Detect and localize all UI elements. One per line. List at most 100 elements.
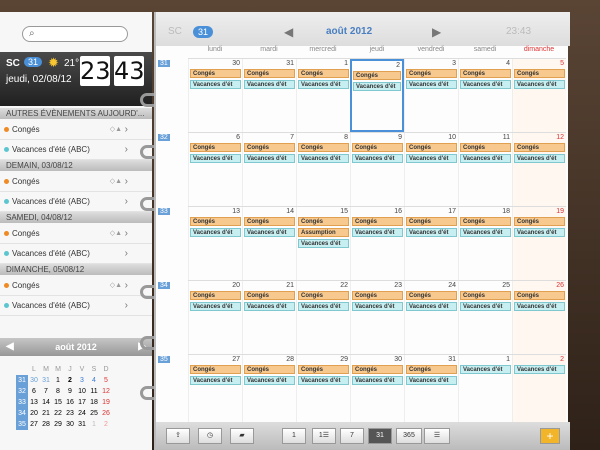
day-cell[interactable]: 29 Congés Vacances d'ét (296, 355, 350, 428)
day-cell[interactable]: 12 Congés Vacances d'ét (512, 133, 566, 206)
event-bar-vacances[interactable]: Vacances d'ét (353, 82, 401, 91)
event-bar-conges[interactable]: Congés (298, 69, 349, 78)
event-bar-vacances[interactable]: Vacances d'ét (298, 154, 349, 163)
mini-day[interactable]: 5 (100, 375, 112, 386)
event-bar-conges[interactable]: Congés (190, 69, 241, 78)
month-view-button[interactable]: 31 (368, 428, 392, 444)
day-cell[interactable]: 1 Vacances d'ét (458, 355, 512, 428)
search-input[interactable]: ⌕ (22, 26, 128, 42)
mini-day[interactable]: 29 (52, 419, 64, 430)
mini-day[interactable]: 14 (40, 397, 52, 408)
mini-day[interactable]: 6 (28, 386, 40, 397)
event-bar-assumption[interactable]: Assumption (298, 228, 349, 237)
event-item[interactable]: Congés ◇▲ › (0, 120, 152, 140)
mini-day[interactable]: 21 (40, 408, 52, 419)
event-bar-vacances[interactable]: Vacances d'ét (352, 228, 403, 237)
prev-month-arrow-icon[interactable]: ◀ (284, 25, 293, 39)
event-bar-vacances[interactable]: Vacances d'ét (190, 302, 241, 311)
menu-icon[interactable]: ☰ (424, 428, 450, 444)
event-bar-vacances[interactable]: Vacances d'ét (298, 239, 349, 248)
event-item[interactable]: Congés ◇▲ › (0, 224, 152, 244)
mini-day[interactable]: 9 (64, 386, 76, 397)
day-cell[interactable]: 17 Congés Vacances d'ét (404, 207, 458, 280)
event-bar-conges[interactable]: Congés (244, 143, 295, 152)
day-cell[interactable]: 10 Congés Vacances d'ét (404, 133, 458, 206)
mini-day[interactable]: 23 (64, 408, 76, 419)
event-bar-vacances[interactable]: Vacances d'ét (190, 154, 241, 163)
event-bar-vacances[interactable]: Vacances d'ét (406, 376, 457, 385)
event-bar-conges[interactable]: Congés (244, 217, 295, 226)
event-bar-vacances[interactable]: Vacances d'ét (460, 302, 511, 311)
event-bar-vacances[interactable]: Vacances d'ét (352, 302, 403, 311)
event-bar-conges[interactable]: Congés (352, 291, 403, 300)
mini-day[interactable]: 17 (76, 397, 88, 408)
mini-day[interactable]: 25 (88, 408, 100, 419)
event-bar-conges[interactable]: Congés (514, 291, 565, 300)
prev-month-arrow-icon[interactable]: ◀ (6, 338, 14, 356)
event-bar-vacances[interactable]: Vacances d'ét (298, 80, 349, 89)
day-cell[interactable]: 25 Congés Vacances d'ét (458, 281, 512, 354)
event-bar-conges[interactable]: Congés (190, 143, 241, 152)
day-cell[interactable]: 6 Congés Vacances d'ét (188, 133, 242, 206)
event-bar-vacances[interactable]: Vacances d'ét (514, 154, 565, 163)
day-cell[interactable]: 30 Congés Vacances d'ét (350, 355, 404, 428)
day-cell[interactable]: 20 Congés Vacances d'ét (188, 281, 242, 354)
day-cell[interactable]: 19 Congés Vacances d'ét (512, 207, 566, 280)
event-bar-conges[interactable]: Congés (406, 143, 457, 152)
event-item[interactable]: Vacances d'été (ABC) › (0, 140, 152, 160)
event-bar-conges[interactable]: Congés (298, 365, 349, 374)
day-cell[interactable]: 13 Congés Vacances d'ét (188, 207, 242, 280)
day-cell[interactable]: 4 Congés Vacances d'ét (458, 59, 512, 132)
event-bar-conges[interactable]: Congés (298, 143, 349, 152)
day-cell[interactable]: 28 Congés Vacances d'ét (242, 355, 296, 428)
day-cell[interactable]: 24 Congés Vacances d'ét (404, 281, 458, 354)
event-bar-conges[interactable]: Congés (190, 291, 241, 300)
event-item[interactable]: Congés ◇▲ › (0, 172, 152, 192)
event-bar-vacances[interactable]: Vacances d'ét (190, 376, 241, 385)
event-bar-vacances[interactable]: Vacances d'ét (190, 80, 241, 89)
mini-day[interactable]: 12 (100, 386, 112, 397)
event-bar-conges[interactable]: Congés (460, 217, 511, 226)
mini-day[interactable]: 7 (40, 386, 52, 397)
day-cell[interactable]: 31 Congés Vacances d'ét (242, 59, 296, 132)
event-bar-conges[interactable]: Congés (514, 69, 565, 78)
event-bar-conges[interactable]: Congés (406, 291, 457, 300)
day-cell[interactable]: 26 Congés Vacances d'ét (512, 281, 566, 354)
mini-day[interactable]: 30 (28, 375, 40, 386)
event-bar-vacances[interactable]: Vacances d'ét (460, 154, 511, 163)
event-bar-vacances[interactable]: Vacances d'ét (244, 80, 295, 89)
mini-day[interactable]: 3 (76, 375, 88, 386)
day-cell[interactable]: 18 Congés Vacances d'ét (458, 207, 512, 280)
day-cell[interactable]: 27 Congés Vacances d'ét (188, 355, 242, 428)
event-bar-vacances[interactable]: Vacances d'ét (244, 228, 295, 237)
day-cell[interactable]: 7 Congés Vacances d'ét (242, 133, 296, 206)
event-bar-conges[interactable]: Congés (244, 365, 295, 374)
event-bar-conges[interactable]: Congés (190, 217, 241, 226)
event-bar-conges[interactable]: Congés (244, 291, 295, 300)
day-cell[interactable]: 21 Congés Vacances d'ét (242, 281, 296, 354)
mini-day[interactable]: 27 (28, 419, 40, 430)
mini-day[interactable]: 30 (64, 419, 76, 430)
event-bar-vacances[interactable]: Vacances d'ét (352, 376, 403, 385)
event-bar-vacances[interactable]: Vacances d'ét (190, 228, 241, 237)
day-cell[interactable]: 11 Congés Vacances d'ét (458, 133, 512, 206)
mini-day[interactable]: 11 (88, 386, 100, 397)
mini-day[interactable]: 26 (100, 408, 112, 419)
event-bar-vacances[interactable]: Vacances d'ét (460, 365, 511, 374)
day-cell[interactable]: 22 Congés Vacances d'ét (296, 281, 350, 354)
event-bar-vacances[interactable]: Vacances d'ét (298, 302, 349, 311)
event-bar-vacances[interactable]: Vacances d'ét (460, 80, 511, 89)
mini-day[interactable]: 24 (76, 408, 88, 419)
day-cell[interactable]: 15 Congés Assumption Vacances d'ét (296, 207, 350, 280)
day-cell[interactable]: 16 Congés Vacances d'ét (350, 207, 404, 280)
mini-day[interactable]: 1 (88, 419, 100, 430)
event-bar-vacances[interactable]: Vacances d'ét (406, 228, 457, 237)
event-item[interactable]: Vacances d'été (ABC) › (0, 244, 152, 264)
event-bar-vacances[interactable]: Vacances d'ét (352, 154, 403, 163)
day-cell[interactable]: 2 Vacances d'ét (512, 355, 566, 428)
event-bar-conges[interactable]: Congés (298, 291, 349, 300)
event-bar-conges[interactable]: Congés (244, 69, 295, 78)
event-bar-conges[interactable]: Congés (406, 365, 457, 374)
event-bar-vacances[interactable]: Vacances d'ét (514, 365, 565, 374)
mini-day[interactable]: 22 (52, 408, 64, 419)
